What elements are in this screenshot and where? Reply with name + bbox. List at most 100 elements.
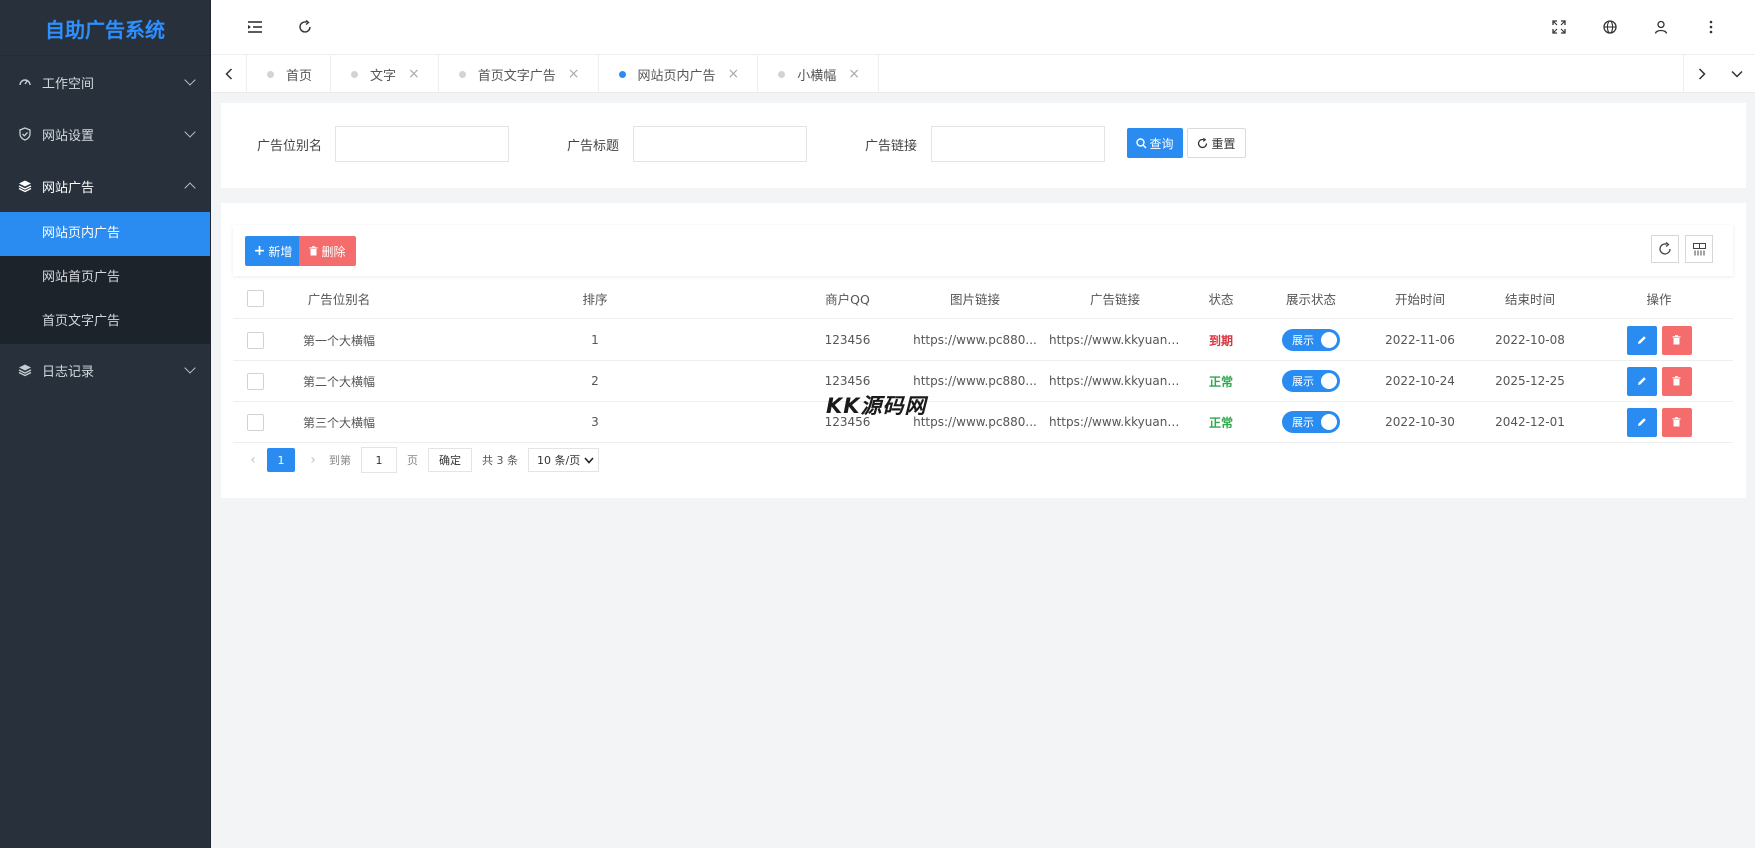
cell-name: 第二个大横幅	[302, 374, 375, 389]
tab-home-text-ads[interactable]: 首页文字广告 ×	[439, 55, 599, 92]
edit-button[interactable]	[1626, 366, 1657, 396]
tab-bar-actions	[1683, 55, 1755, 93]
ad-name-label: 广告位别名	[257, 139, 323, 154]
sidebar-subitem-home-text-ads[interactable]: 首页文字广告	[0, 300, 210, 344]
chevron-down-icon	[184, 126, 196, 138]
globe-icon[interactable]	[1600, 17, 1620, 37]
plus-icon: +	[253, 243, 266, 259]
header-show-status[interactable]: 展示状态	[1257, 289, 1365, 308]
prev-page-icon[interactable]: ‹	[243, 452, 263, 468]
table-row: 第二个大横幅 2 123456 https://www.pc880... htt…	[233, 361, 1733, 402]
goto-label: 到第	[329, 454, 351, 467]
row-delete-button[interactable]	[1661, 407, 1692, 437]
header-ad-link[interactable]: 广告链接	[1045, 289, 1185, 308]
add-button[interactable]: + 新增	[245, 236, 301, 266]
next-page-icon[interactable]: ›	[303, 452, 323, 468]
sidebar-subitem-home-ads[interactable]: 网站首页广告	[0, 256, 210, 300]
more-vertical-icon[interactable]	[1701, 17, 1721, 37]
submenu-site-ads: 网站页内广告 网站首页广告 首页文字广告	[0, 212, 210, 344]
close-icon[interactable]: ×	[848, 66, 860, 82]
top-header	[211, 0, 1755, 55]
sidebar-item-workspace[interactable]: 工作空间	[0, 56, 210, 108]
tab-scroll-right-icon[interactable]	[1683, 55, 1719, 93]
total-count: 共 3 条	[482, 454, 518, 467]
cell-qq: 123456	[824, 333, 871, 347]
ad-link-input[interactable]	[931, 126, 1105, 162]
tab-dot	[618, 70, 626, 78]
layers-icon	[18, 363, 32, 377]
sidebar-item-label: 网站广告	[42, 180, 95, 196]
header-end-time[interactable]: 结束时间	[1475, 289, 1585, 308]
show-toggle-label: 展示	[1292, 334, 1314, 347]
tab-text[interactable]: 文字 ×	[331, 55, 439, 92]
cell-image-link: https://www.pc880...	[913, 374, 1037, 388]
menu-fold-icon[interactable]	[245, 17, 265, 37]
cell-start-time: 2022-10-24	[1385, 374, 1455, 388]
close-icon[interactable]: ×	[408, 66, 420, 82]
header-image-link[interactable]: 图片链接	[905, 289, 1045, 308]
close-icon[interactable]: ×	[568, 66, 580, 82]
table-header: 广告位别名 排序 商户QQ 图片链接 广告链接 状态 展示状态 开始时间 结束时…	[233, 278, 1733, 319]
page-current[interactable]: 1	[267, 448, 295, 472]
tab-label: 首页文字广告	[477, 68, 556, 84]
tab-bar: 首页 文字 × 首页文字广告 × 网站页内广告 × 小横幅 ×	[211, 55, 1755, 93]
cell-qq: 123456	[824, 374, 871, 388]
query-button-label: 查询	[1149, 136, 1174, 151]
tab-menu-chevron-down-icon[interactable]	[1719, 55, 1755, 93]
fullscreen-icon[interactable]	[1549, 17, 1569, 37]
sidebar-item-logs[interactable]: 日志记录	[0, 344, 210, 396]
page-size-select[interactable]: 10 条/页	[528, 448, 600, 472]
sidebar-item-site-settings[interactable]: 网站设置	[0, 108, 210, 160]
header-sort[interactable]: 排序	[400, 289, 790, 308]
edit-button[interactable]	[1626, 407, 1657, 437]
edit-button[interactable]	[1626, 325, 1657, 355]
select-all-checkbox[interactable]	[247, 289, 264, 307]
goto-page-input[interactable]: 1	[361, 447, 397, 473]
row-delete-button[interactable]	[1661, 325, 1692, 355]
toggle-knob	[1321, 414, 1337, 430]
ad-title-label: 广告标题	[567, 139, 620, 154]
user-icon[interactable]	[1651, 17, 1671, 37]
sidebar-item-label: 工作空间	[42, 76, 95, 92]
row-checkbox[interactable]	[247, 372, 264, 390]
toggle-knob	[1321, 332, 1337, 348]
tab-small-banner[interactable]: 小横幅 ×	[758, 55, 880, 92]
show-toggle[interactable]: 展示	[1282, 329, 1340, 351]
cell-ad-link: https://www.kkyuanma...	[1049, 415, 1185, 429]
sidebar-subitem-inpage-ads[interactable]: 网站页内广告	[0, 212, 210, 256]
header-start-time[interactable]: 开始时间	[1365, 289, 1475, 308]
tab-inpage-ads[interactable]: 网站页内广告 ×	[599, 55, 759, 92]
cell-image-link: https://www.pc880...	[913, 333, 1037, 347]
ad-title-input[interactable]	[633, 126, 807, 162]
query-button[interactable]: 查询	[1127, 128, 1183, 158]
trash-icon	[1672, 376, 1681, 386]
row-checkbox[interactable]	[247, 331, 264, 349]
close-icon[interactable]: ×	[728, 66, 740, 82]
sidebar-item-site-ads[interactable]: 网站广告	[0, 160, 210, 212]
reset-button[interactable]: 重置	[1187, 128, 1246, 158]
ad-name-input[interactable]	[335, 126, 509, 162]
chevron-down-icon	[184, 362, 196, 374]
tab-scroll-left-icon[interactable]	[211, 55, 247, 93]
header-qq[interactable]: 商户QQ	[790, 289, 905, 308]
show-toggle[interactable]: 展示	[1282, 370, 1340, 392]
show-toggle[interactable]: 展示	[1282, 411, 1340, 433]
table-refresh-icon[interactable]	[1651, 235, 1679, 263]
tab-home[interactable]: 首页	[247, 55, 332, 92]
tab-dot	[351, 70, 359, 78]
goto-confirm-button[interactable]: 确定	[428, 448, 472, 472]
row-checkbox-cell	[233, 372, 278, 390]
cell-name: 第一个大横幅	[302, 333, 375, 348]
page-size-value: 10 条/页	[537, 454, 581, 467]
delete-button[interactable]: 删除	[299, 236, 356, 266]
header-status[interactable]: 状态	[1185, 289, 1257, 308]
layers-icon	[18, 179, 32, 193]
add-button-label: 新增	[268, 244, 293, 259]
pagination: ‹ 1 › 到第 1 页 确定 共 3 条 10 条/页	[243, 447, 600, 473]
refresh-icon[interactable]	[295, 17, 315, 37]
column-settings-icon[interactable]	[1685, 235, 1713, 263]
cell-ad-link: https://www.kkyuanma...	[1049, 374, 1185, 388]
row-delete-button[interactable]	[1661, 366, 1692, 396]
header-name[interactable]: 广告位别名	[278, 289, 400, 308]
row-checkbox[interactable]	[247, 413, 264, 431]
